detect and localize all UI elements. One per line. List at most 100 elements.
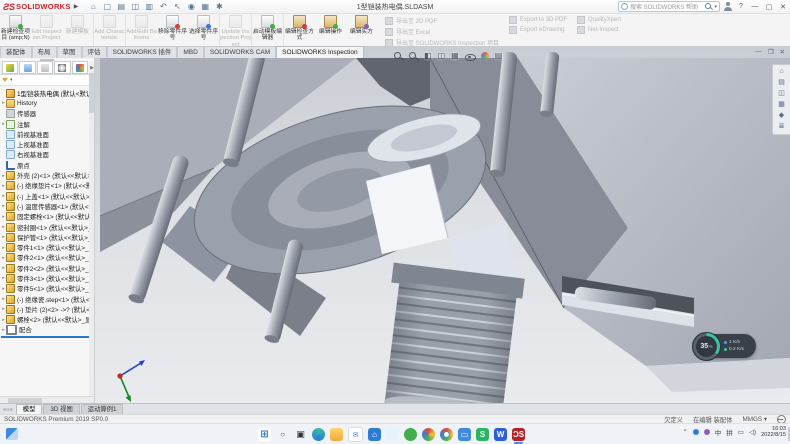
tree-item[interactable]: ▸ 注解: [1, 119, 94, 129]
quick-access-icon[interactable]: ↶: [158, 2, 168, 12]
units-selector[interactable]: MMGS ▾: [742, 416, 767, 423]
tab-displaymanager[interactable]: [72, 61, 88, 74]
ribbon-button[interactable]: 启动模板编辑器: [252, 13, 284, 46]
tree-item[interactable]: ▸ 零件5<1> (默认<<默认>_显示状: [1, 284, 94, 294]
quick-access-icon[interactable]: ▢: [102, 2, 112, 12]
tree-item[interactable]: ▸ (-) 温度传感器<1> (默认<<默认>_: [1, 201, 94, 211]
task-pane-icon[interactable]: ▦: [778, 101, 785, 109]
ribbon-button[interactable]: 新建模板: [62, 13, 94, 46]
task-pane-icon[interactable]: ◫: [778, 90, 785, 98]
ribbon-tab[interactable]: 草图: [57, 46, 82, 58]
taskbar-app-icon[interactable]: ϽS: [512, 428, 525, 441]
export-item[interactable]: Net-Inspect: [577, 26, 621, 34]
tree-filter[interactable]: ▾: [0, 75, 94, 86]
tree-item[interactable]: ▸ 保护管<1> (默认<<默认>_显示状: [1, 232, 94, 242]
taskbar-app-icon[interactable]: S: [476, 428, 489, 441]
tree-item[interactable]: ▸ 右视基准面: [1, 150, 94, 160]
close-button[interactable]: ✕: [778, 3, 788, 11]
heads-up-icon[interactable]: ▦: [451, 51, 459, 61]
ribbon-button[interactable]: Edit Inspection Project: [31, 13, 62, 46]
tree-item[interactable]: ▸ 配合: [1, 325, 94, 335]
heads-up-icon[interactable]: [465, 52, 475, 60]
tree-item[interactable]: ▸ (-) 绝缘瓷.step<1> (默认<<默认>: [1, 294, 94, 304]
taskbar-app-icon[interactable]: [330, 428, 343, 441]
doc-window-control-icon[interactable]: —: [755, 48, 762, 56]
taskbar-app-icon[interactable]: [440, 428, 453, 441]
tab-configurationmanager[interactable]: [37, 61, 53, 74]
tree-item[interactable]: ▸ (-) 垫片 (2)<2> ->? (默认<<默认: [1, 304, 94, 314]
tree-item[interactable]: ▸ History: [1, 98, 94, 108]
tree-item[interactable]: ▸ 零件1<1> (默认<<默认>_显示状态: [1, 242, 94, 252]
quick-access-icon[interactable]: ◉: [186, 2, 196, 12]
ribbon-button[interactable]: Update Inspection Project: [220, 13, 252, 46]
network-icon[interactable]: ▭: [738, 428, 744, 436]
ribbon-tab[interactable]: SOLIDWORKS Inspection: [276, 46, 364, 58]
minimize-button[interactable]: —: [750, 3, 760, 10]
tree-item[interactable]: ▸ 密封圈<1> (默认<<默认>_显示状: [1, 222, 94, 232]
taskbar-app-icon[interactable]: ⊞: [258, 428, 271, 441]
heads-up-icon[interactable]: ▤: [495, 51, 503, 61]
widgets-icon[interactable]: [6, 428, 18, 440]
task-pane-icon[interactable]: ≣: [779, 123, 785, 131]
taskbar-app-icon[interactable]: ✉: [348, 427, 363, 442]
heads-up-icon[interactable]: [394, 52, 403, 61]
heads-up-icon[interactable]: [481, 52, 489, 60]
quick-access-icon[interactable]: ✱: [214, 2, 224, 12]
export-item[interactable]: QualityXpert: [577, 16, 621, 24]
ribbon-tab[interactable]: 评估: [82, 46, 107, 58]
ribbon-button[interactable]: 新建检查项目 (amp;N): [0, 13, 31, 46]
tree-item[interactable]: ▸ 螺栓<2> (默认<<默认>_显示状态: [1, 315, 94, 325]
taskbar-app-icon[interactable]: [422, 428, 435, 441]
ribbon-tab[interactable]: SOLIDWORKS 插件: [107, 46, 178, 58]
quick-access-icon[interactable]: ↖: [172, 2, 182, 12]
tree-splitter[interactable]: [1, 336, 94, 338]
quick-access-icon[interactable]: ◫: [130, 2, 140, 12]
search-caret-icon[interactable]: ▾: [714, 4, 717, 10]
panel-vertical-scrollbar[interactable]: [89, 71, 94, 396]
ime-indicator[interactable]: 中: [715, 427, 722, 437]
tree-root[interactable]: ▸ 1型铠装热电偶 (默认<默认_显示状态-1>: [1, 88, 94, 98]
tab-featuremanager[interactable]: [2, 61, 18, 74]
task-pane-icon[interactable]: ⌂: [779, 68, 783, 76]
doc-window-control-icon[interactable]: ❐: [768, 48, 774, 56]
tray-chevron-icon[interactable]: ⌃: [682, 428, 687, 436]
taskbar-app-icon[interactable]: ○: [276, 428, 289, 441]
taskbar-app-icon[interactable]: W: [494, 428, 507, 441]
taskbar-app-icon[interactable]: ▣: [294, 428, 307, 441]
tray-app-icon[interactable]: [704, 429, 710, 435]
taskbar-app-icon[interactable]: [386, 428, 399, 441]
ribbon-button[interactable]: 编辑实方: [346, 13, 377, 46]
tree-item[interactable]: ▸ 传感器: [1, 109, 94, 119]
export-item[interactable]: 导出至 SOLIDWORKS Inspection 项目: [385, 38, 499, 46]
restore-button[interactable]: ▢: [764, 3, 774, 11]
heads-up-icon[interactable]: [409, 52, 418, 61]
login-icon[interactable]: [724, 2, 732, 11]
ribbon-button[interactable]: 编辑操作: [315, 13, 346, 46]
tray-security-icon[interactable]: [693, 429, 699, 435]
export-item[interactable]: Export to 3D PDF: [509, 16, 567, 24]
tab-dimxpertmanager[interactable]: [54, 61, 70, 74]
volume-icon[interactable]: ◁): [749, 428, 756, 436]
heads-up-icon[interactable]: ◧: [424, 51, 432, 61]
ribbon-button[interactable]: 移除零件序号: [157, 13, 188, 46]
ribbon-tab[interactable]: MBD: [177, 46, 203, 58]
quick-access-icon[interactable]: ▦: [200, 2, 210, 12]
tree-item[interactable]: ▸ 零件2<2> (默认<<默认>_显示状: [1, 263, 94, 273]
tab-propertymanager[interactable]: [19, 61, 35, 74]
performance-widget[interactable]: 35% 1 K/s 0.2 K/s: [694, 334, 756, 358]
ribbon-tab[interactable]: 布局: [32, 46, 57, 58]
doc-window-control-icon[interactable]: ✕: [780, 48, 785, 56]
export-item[interactable]: 导出至 Excel: [385, 27, 499, 36]
help-button[interactable]: ?: [736, 3, 746, 10]
taskbar-app-icon[interactable]: [312, 428, 325, 441]
search-icon[interactable]: [705, 3, 712, 10]
heads-up-icon[interactable]: ◫: [438, 51, 446, 61]
3d-model[interactable]: [94, 46, 790, 404]
tree-item[interactable]: ▸ (-) 上盖<1> (默认<<默认>_显示状: [1, 191, 94, 201]
ribbon-button[interactable]: Add/Edit Balloons: [126, 13, 157, 46]
quick-access-icon[interactable]: ▤: [116, 2, 126, 12]
ribbon-tab[interactable]: 装配体: [0, 46, 32, 58]
task-pane-icon[interactable]: ◆: [779, 112, 784, 120]
graphics-viewport[interactable]: ◧◫▦▤ —❐✕ ⌂▤◫▦◆≣ 35% 1 K/s 0.2 K/s: [94, 46, 790, 404]
export-item[interactable]: Export eDrawing: [509, 26, 567, 34]
